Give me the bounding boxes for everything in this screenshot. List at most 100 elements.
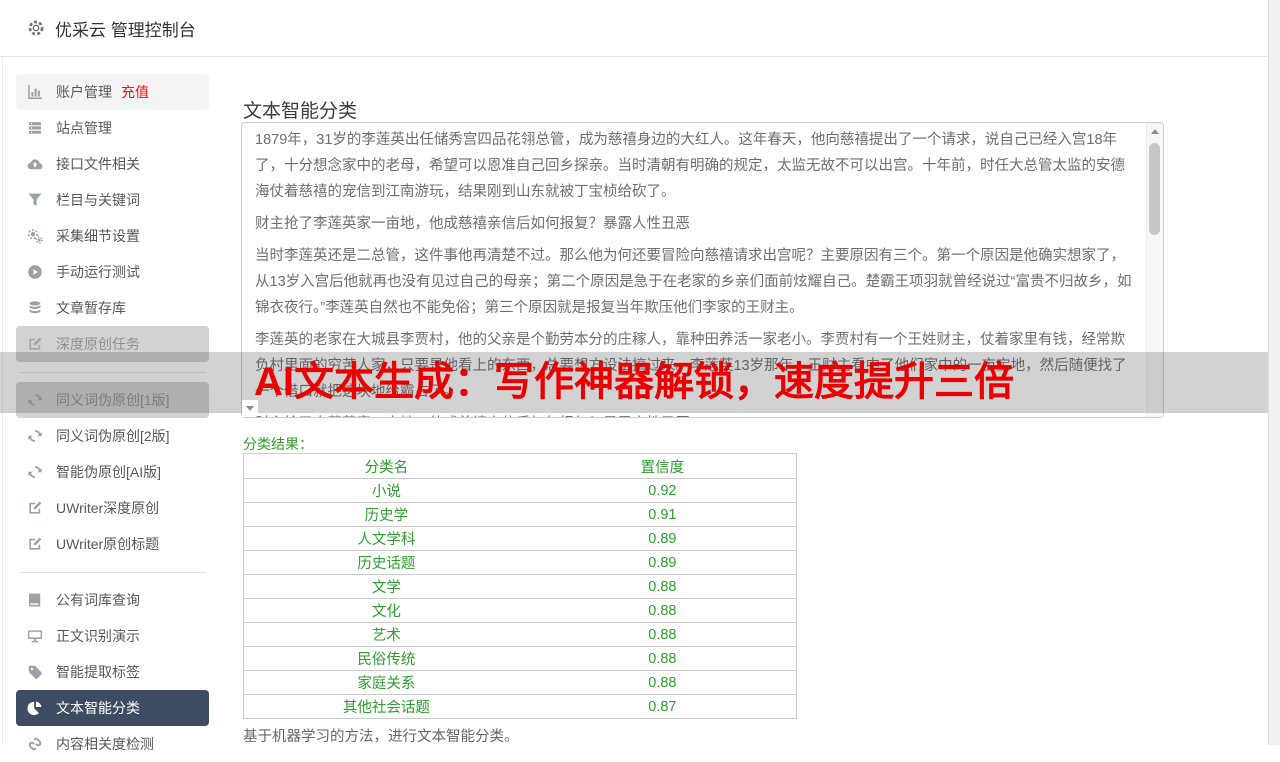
filter-icon bbox=[28, 193, 42, 206]
book-icon bbox=[28, 593, 41, 607]
sidebar-item-article-storage[interactable]: 文章暂存库 bbox=[16, 290, 209, 326]
bar-chart-icon bbox=[28, 85, 42, 99]
sidebar-item-sites[interactable]: 站点管理 bbox=[16, 110, 209, 146]
table-row: 历史话题 0.89 bbox=[243, 550, 797, 575]
sidebar-item-label: 智能伪原创[AI版] bbox=[56, 464, 162, 480]
table-row: 艺术 0.88 bbox=[243, 622, 797, 647]
table-row: 历史学 0.91 bbox=[243, 502, 797, 527]
sidebar-item-label: 同义词伪原创[2版] bbox=[56, 428, 170, 444]
table-header-row: 分类名 置信度 bbox=[243, 453, 797, 479]
paragraph: 财主抢了李莲英家一亩地，他成慈禧亲信后如何报复？暴露人性丑恶 bbox=[255, 216, 690, 232]
scrollbar-thumb[interactable] bbox=[1149, 143, 1160, 235]
sidebar-item-uwriter-deep-original[interactable]: UWriter深度原创 bbox=[16, 490, 209, 526]
category-cell: 历史学 bbox=[243, 502, 529, 527]
scroll-down-button[interactable] bbox=[242, 400, 258, 417]
table-row: 人文学科 0.89 bbox=[243, 526, 797, 551]
recharge-badge[interactable]: 充值 bbox=[121, 82, 149, 102]
sidebar-item-label: 公有词库查询 bbox=[56, 592, 140, 608]
category-cell: 民俗传统 bbox=[243, 646, 529, 671]
table-row: 其他社会话题 0.87 bbox=[243, 694, 797, 719]
refresh-icon bbox=[28, 430, 42, 442]
sidebar-item-manual-run-test[interactable]: 手动运行测试 bbox=[16, 254, 209, 290]
top-header: 优采云 管理控制台 bbox=[0, 0, 1280, 57]
pie-chart-icon bbox=[27, 701, 42, 716]
sidebar-item-label: 手动运行测试 bbox=[56, 264, 140, 280]
sidebar-item-collection-settings[interactable]: 采集细节设置 bbox=[16, 218, 209, 254]
sidebar-item-label: 接口文件相关 bbox=[56, 156, 140, 172]
sidebar-item-label: UWriter深度原创 bbox=[56, 500, 160, 516]
category-cell: 文学 bbox=[243, 574, 529, 599]
table-row: 家庭关系 0.88 bbox=[243, 670, 797, 695]
sidebar-item-smart-tag-extraction[interactable]: 智能提取标签 bbox=[16, 654, 209, 690]
sidebar-item-label: UWriter原创标题 bbox=[56, 536, 160, 552]
confidence-cell: 0.88 bbox=[528, 622, 797, 647]
sidebar-item-public-lexicon[interactable]: 公有词库查询 bbox=[16, 582, 209, 618]
promo-banner-text: AI文本生成：写作神器解锁，速度提升三倍 bbox=[254, 360, 1014, 404]
sidebar-item-label: 内容相关度检测 bbox=[56, 736, 154, 752]
cloud-upload-icon bbox=[27, 159, 43, 170]
result-label: 分类结果： bbox=[243, 436, 313, 452]
server-icon bbox=[29, 122, 41, 134]
app-title: 优采云 管理控制台 bbox=[55, 20, 196, 40]
sidebar-item-label: 站点管理 bbox=[56, 120, 112, 136]
table-row: 民俗传统 0.88 bbox=[243, 646, 797, 671]
table-row: 文化 0.88 bbox=[243, 598, 797, 623]
sidebar-item-text-classification[interactable]: 文本智能分类 bbox=[16, 690, 209, 726]
category-cell: 小说 bbox=[243, 478, 529, 503]
paragraph: 当时李莲英还是二总管，这件事他再清楚不过。那么他为何还要冒险向慈禧请求出宫呢？主… bbox=[255, 248, 1132, 316]
edit-icon bbox=[29, 537, 42, 550]
category-cell: 家庭关系 bbox=[243, 670, 529, 695]
play-circle-icon bbox=[28, 265, 42, 279]
confidence-cell: 0.88 bbox=[528, 670, 797, 695]
sidebar-item-label: 深度原创任务 bbox=[56, 336, 140, 352]
monitor-icon bbox=[28, 630, 42, 643]
category-cell: 艺术 bbox=[243, 622, 529, 647]
sidebar-item-label: 账户管理 bbox=[56, 84, 112, 100]
confidence-cell: 0.89 bbox=[528, 550, 797, 575]
category-cell: 其他社会话题 bbox=[243, 694, 529, 719]
confidence-cell: 0.88 bbox=[528, 646, 797, 671]
scroll-up-button[interactable] bbox=[1147, 123, 1163, 140]
sidebar-item-label: 正文识别演示 bbox=[56, 628, 140, 644]
window-scrollbar[interactable] bbox=[1268, 0, 1280, 745]
sidebar-divider bbox=[20, 572, 206, 573]
confidence-cell: 0.89 bbox=[528, 526, 797, 551]
sidebar-item-body-recognition-demo[interactable]: 正文识别演示 bbox=[16, 618, 209, 654]
database-icon bbox=[29, 301, 41, 314]
sidebar-item-label: 智能提取标签 bbox=[56, 664, 140, 680]
link-icon bbox=[28, 737, 42, 751]
edit-icon bbox=[29, 337, 42, 350]
edit-icon bbox=[29, 501, 42, 514]
sidebar-item-smart-rewrite-ai[interactable]: 智能伪原创[AI版] bbox=[16, 454, 209, 490]
sidebar-item-uwriter-original-title[interactable]: UWriter原创标题 bbox=[16, 526, 209, 562]
sidebar-item-content-relevance[interactable]: 内容相关度检测 bbox=[16, 726, 209, 762]
classification-table: 分类名 置信度 小说 0.92 历史学 0.91 人文学科 0.89 历史话题 0.89… bbox=[243, 453, 797, 719]
sidebar-item-label: 文章暂存库 bbox=[56, 300, 126, 316]
sidebar-item-label: 栏目与关键词 bbox=[56, 192, 140, 208]
sidebar-item-interface-files[interactable]: 接口文件相关 bbox=[16, 146, 209, 182]
confidence-cell: 0.88 bbox=[528, 598, 797, 623]
confidence-cell: 0.88 bbox=[528, 574, 797, 599]
scroll-up-icon bbox=[1151, 129, 1159, 134]
scroll-down-icon bbox=[246, 406, 254, 411]
gears-icon bbox=[27, 229, 43, 244]
sidebar-item-columns-keywords[interactable]: 栏目与关键词 bbox=[16, 182, 209, 218]
sidebar-item-label: 文本智能分类 bbox=[56, 700, 140, 716]
sidebar-item-account[interactable]: 账户管理 充值 bbox=[16, 74, 209, 110]
table-row: 小说 0.92 bbox=[243, 478, 797, 503]
category-cell: 历史话题 bbox=[243, 550, 529, 575]
page-title: 文本智能分类 bbox=[243, 100, 358, 122]
confidence-cell: 0.92 bbox=[528, 478, 797, 503]
confidence-cell: 0.91 bbox=[528, 502, 797, 527]
confidence-cell: 0.87 bbox=[528, 694, 797, 719]
table-row: 文学 0.88 bbox=[243, 574, 797, 599]
column-header-confidence: 置信度 bbox=[528, 453, 797, 479]
column-header-category: 分类名 bbox=[243, 453, 529, 479]
sidebar-item-label: 采集细节设置 bbox=[56, 228, 140, 244]
category-cell: 人文学科 bbox=[243, 526, 529, 551]
paragraph: 1879年，31岁的李莲英出任储秀宫四品花翎总管，成为慈禧身边的大红人。这年春天… bbox=[255, 132, 1125, 200]
category-cell: 文化 bbox=[243, 598, 529, 623]
gear-icon[interactable] bbox=[27, 19, 45, 37]
sidebar-item-synonym-rewrite-v2[interactable]: 同义词伪原创[2版] bbox=[16, 418, 209, 454]
refresh-icon bbox=[28, 466, 42, 478]
